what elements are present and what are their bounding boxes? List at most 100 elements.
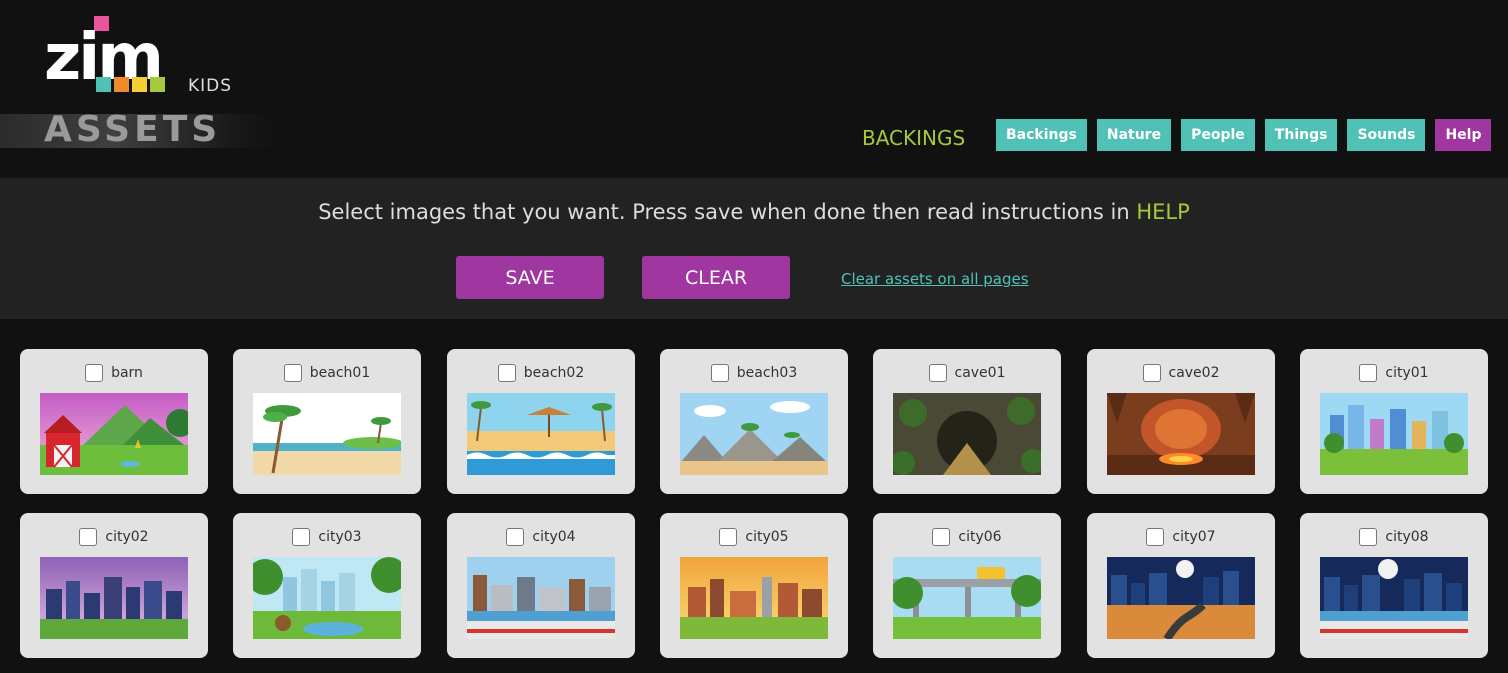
header: zim KIDS ASSETS BACKINGS Backings Nature… — [0, 0, 1508, 178]
asset-card-head: city08 — [1300, 526, 1488, 548]
city06-image — [893, 557, 1041, 639]
nav-people-button[interactable]: People — [1181, 119, 1255, 151]
city02-image — [40, 557, 188, 639]
asset-label: city03 — [318, 529, 362, 545]
logo-color-squares — [96, 77, 165, 92]
cave02-thumbnail[interactable] — [1107, 393, 1255, 475]
beach01-image — [253, 393, 401, 475]
asset-card-head: beach03 — [660, 362, 848, 384]
asset-card-city05[interactable]: city05 — [660, 513, 848, 658]
asset-checkbox[interactable] — [497, 364, 516, 382]
controls-panel: Select images that you want. Press save … — [0, 178, 1508, 319]
asset-checkbox[interactable] — [1359, 528, 1378, 546]
asset-card-head: beach01 — [233, 362, 421, 384]
asset-card-cave01[interactable]: cave01 — [873, 349, 1061, 494]
asset-card-city03[interactable]: city03 — [233, 513, 421, 658]
asset-label: city05 — [745, 529, 789, 545]
city05-thumbnail[interactable] — [680, 557, 828, 639]
instructions-main: Select images that you want. Press save … — [318, 200, 1137, 224]
clear-all-pages-link[interactable]: Clear assets on all pages — [841, 270, 1029, 288]
save-button[interactable]: SAVE — [456, 256, 604, 299]
asset-card-city06[interactable]: city06 — [873, 513, 1061, 658]
asset-card-head: city03 — [233, 526, 421, 548]
asset-card-city01[interactable]: city01 — [1300, 349, 1488, 494]
asset-checkbox[interactable] — [506, 528, 525, 546]
beach03-thumbnail[interactable] — [680, 393, 828, 475]
city06-thumbnail[interactable] — [893, 557, 1041, 639]
logo-square — [150, 77, 165, 92]
asset-card-city02[interactable]: city02 — [20, 513, 208, 658]
asset-checkbox[interactable] — [1146, 528, 1165, 546]
city08-thumbnail[interactable] — [1320, 557, 1468, 639]
beach01-thumbnail[interactable] — [253, 393, 401, 475]
asset-label: cave02 — [1168, 365, 1220, 381]
cave02-image — [1107, 393, 1255, 475]
nav-backings-button[interactable]: Backings — [996, 119, 1087, 151]
asset-label: city01 — [1385, 365, 1429, 381]
asset-label: city06 — [958, 529, 1002, 545]
asset-card-head: barn — [20, 362, 208, 384]
city04-thumbnail[interactable] — [467, 557, 615, 639]
asset-card-head: beach02 — [447, 362, 635, 384]
barn-thumbnail[interactable] — [40, 393, 188, 475]
asset-checkbox[interactable] — [719, 528, 738, 546]
asset-label: city08 — [1385, 529, 1429, 545]
asset-checkbox[interactable] — [1359, 364, 1378, 382]
city04-image — [467, 557, 615, 639]
city01-thumbnail[interactable] — [1320, 393, 1468, 475]
asset-card-beach01[interactable]: beach01 — [233, 349, 421, 494]
asset-label: city02 — [105, 529, 149, 545]
asset-card-head: city02 — [20, 526, 208, 548]
city07-thumbnail[interactable] — [1107, 557, 1255, 639]
asset-card-barn[interactable]: barn — [20, 349, 208, 494]
asset-card-head: city05 — [660, 526, 848, 548]
zim-kids-assets-logo[interactable]: zim KIDS ASSETS — [0, 0, 300, 178]
beach03-image — [680, 393, 828, 475]
asset-label: city07 — [1172, 529, 1216, 545]
instructions-help-highlight: HELP — [1136, 200, 1190, 224]
city07-image — [1107, 557, 1255, 639]
asset-card-cave02[interactable]: cave02 — [1087, 349, 1275, 494]
city02-thumbnail[interactable] — [40, 557, 188, 639]
nav-things-button[interactable]: Things — [1264, 119, 1338, 151]
asset-card-head: city04 — [447, 526, 635, 548]
top-nav: Backings Nature People Things Sounds Hel… — [996, 119, 1492, 151]
asset-checkbox[interactable] — [710, 364, 729, 382]
asset-card-beach02[interactable]: beach02 — [447, 349, 635, 494]
barn-image — [40, 393, 188, 475]
asset-card-head: city01 — [1300, 362, 1488, 384]
page-title: BACKINGS — [862, 126, 966, 150]
asset-checkbox[interactable] — [932, 528, 951, 546]
asset-label: beach03 — [736, 365, 798, 381]
nav-sounds-button[interactable]: Sounds — [1347, 119, 1426, 151]
asset-card-head: cave01 — [873, 362, 1061, 384]
logo-square — [132, 77, 147, 92]
city03-thumbnail[interactable] — [253, 557, 401, 639]
asset-card-beach03[interactable]: beach03 — [660, 349, 848, 494]
asset-card-city07[interactable]: city07 — [1087, 513, 1275, 658]
asset-checkbox[interactable] — [1142, 364, 1161, 382]
asset-checkbox[interactable] — [292, 528, 311, 546]
city05-image — [680, 557, 828, 639]
asset-label: city04 — [532, 529, 576, 545]
beach02-thumbnail[interactable] — [467, 393, 615, 475]
cave01-thumbnail[interactable] — [893, 393, 1041, 475]
logo-kids-text: KIDS — [188, 76, 233, 96]
clear-button[interactable]: CLEAR — [642, 256, 790, 299]
asset-card-head: cave02 — [1087, 362, 1275, 384]
logo-square — [114, 77, 129, 92]
asset-checkbox[interactable] — [283, 364, 302, 382]
logo-assets-text: ASSETS — [44, 109, 222, 150]
asset-card-head: city06 — [873, 526, 1061, 548]
instructions-text: Select images that you want. Press save … — [0, 200, 1508, 224]
asset-checkbox[interactable] — [79, 528, 98, 546]
nav-help-button[interactable]: Help — [1435, 119, 1492, 151]
beach02-image — [467, 393, 615, 475]
asset-card-head: city07 — [1087, 526, 1275, 548]
asset-card-city08[interactable]: city08 — [1300, 513, 1488, 658]
city03-image — [253, 557, 401, 639]
nav-nature-button[interactable]: Nature — [1096, 119, 1172, 151]
asset-checkbox[interactable] — [85, 364, 104, 382]
asset-card-city04[interactable]: city04 — [447, 513, 635, 658]
asset-checkbox[interactable] — [928, 364, 947, 382]
